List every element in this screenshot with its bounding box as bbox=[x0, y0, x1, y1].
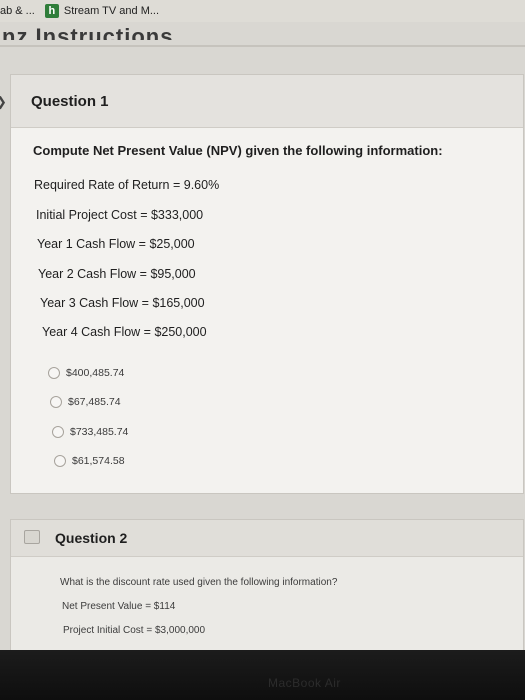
page-heading: nz Instructions bbox=[2, 24, 174, 40]
question-2-header: Question 2 bbox=[11, 520, 523, 557]
question-1-header: Question 1 bbox=[11, 75, 523, 128]
question-2-title: Question 2 bbox=[55, 530, 128, 546]
question-2-line: Project Initial Cost = $3,000,000 bbox=[63, 625, 206, 636]
question-1-line: Year 4 Cash Flow = $250,000 bbox=[42, 325, 207, 339]
answer-option-label: $61,574.58 bbox=[72, 455, 125, 467]
question-1-line: Year 3 Cash Flow = $165,000 bbox=[40, 296, 205, 310]
question-2-prompt: What is the discount rate used given the… bbox=[60, 577, 338, 588]
answer-option[interactable]: $733,485.74 bbox=[52, 426, 128, 438]
radio-button[interactable] bbox=[50, 396, 62, 408]
divider bbox=[0, 45, 525, 47]
bookmark-stream-tv[interactable]: h Stream TV and M... bbox=[44, 4, 160, 18]
answer-option[interactable]: $61,574.58 bbox=[54, 455, 125, 467]
bookmark-label: Stream TV and M... bbox=[63, 5, 160, 17]
laptop-bezel bbox=[0, 650, 525, 700]
flag-icon[interactable] bbox=[24, 530, 40, 544]
question-1-line: Initial Project Cost = $333,000 bbox=[36, 208, 204, 222]
radio-button[interactable] bbox=[48, 367, 60, 379]
question-1-title: Question 1 bbox=[31, 92, 109, 110]
bookmark-item[interactable]: ab & ... bbox=[0, 5, 35, 17]
radio-button[interactable] bbox=[52, 426, 64, 438]
chevron-right-icon[interactable]: ❯ bbox=[0, 94, 7, 110]
answer-option-label: $67,485.74 bbox=[68, 396, 121, 408]
radio-button[interactable] bbox=[54, 455, 66, 467]
bookmarks-bar: ab & ... h Stream TV and M... bbox=[0, 0, 525, 22]
answer-option[interactable]: $400,485.74 bbox=[48, 367, 124, 379]
question-1-line: Year 1 Cash Flow = $25,000 bbox=[37, 237, 195, 251]
question-2-line: Net Present Value = $114 bbox=[62, 601, 176, 612]
question-1-prompt: Compute Net Present Value (NPV) given th… bbox=[33, 143, 443, 158]
answer-option-label: $733,485.74 bbox=[70, 426, 129, 438]
answer-option[interactable]: $67,485.74 bbox=[50, 396, 121, 408]
question-1-line: Year 2 Cash Flow = $95,000 bbox=[38, 267, 196, 281]
answer-option-label: $400,485.74 bbox=[66, 367, 125, 379]
laptop-brand: MacBook Air bbox=[268, 676, 341, 690]
h-logo-icon: h bbox=[44, 4, 59, 18]
question-1-line: Required Rate of Return = 9.60% bbox=[34, 178, 220, 192]
bookmark-label: ab & ... bbox=[0, 5, 35, 17]
